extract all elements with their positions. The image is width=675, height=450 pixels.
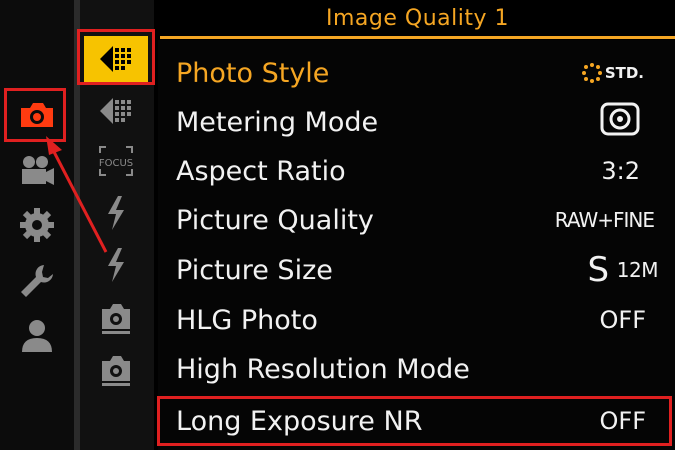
menu-item-label: HLG Photo bbox=[176, 304, 318, 336]
menu-item-label: Picture Size bbox=[176, 254, 333, 286]
menu-item-picture-quality[interactable]: Picture Quality RAW+FINE bbox=[158, 196, 668, 244]
menu-item-label: Picture Quality bbox=[176, 204, 374, 236]
page-title: Image Quality 1 bbox=[326, 6, 509, 31]
header-divider bbox=[160, 36, 675, 39]
menu-item-value: 3:2 bbox=[601, 157, 640, 185]
menu-item-value: RAW+FINE bbox=[554, 208, 655, 232]
menu-item-label: Aspect Ratio bbox=[176, 155, 346, 187]
menu-item-label: Metering Mode bbox=[176, 106, 379, 138]
menu-item-label: High Resolution Mode bbox=[176, 353, 470, 385]
menu-item-value: STD. bbox=[581, 62, 644, 84]
menu-item-aspect-ratio[interactable]: Aspect Ratio 3:2 bbox=[158, 147, 668, 195]
menu-item-picture-size[interactable]: Picture Size S 12M bbox=[158, 246, 668, 294]
menu-item-value bbox=[600, 102, 640, 142]
metering-icon bbox=[600, 102, 640, 136]
menu-item-metering-mode[interactable]: Metering Mode bbox=[158, 98, 668, 146]
menu-item-label: Photo Style bbox=[176, 57, 330, 89]
menu-item-photo-style[interactable]: Photo Style STD. bbox=[158, 49, 668, 97]
menu-item-hlg-photo[interactable]: HLG Photo OFF bbox=[158, 296, 668, 344]
menu-item-value: OFF bbox=[599, 306, 647, 334]
photo-style-icon bbox=[581, 63, 602, 83]
menu-item-value: S 12M bbox=[587, 250, 659, 290]
menu-item-highlight-frame bbox=[157, 396, 672, 446]
menu-item-high-resolution-mode[interactable]: High Resolution Mode bbox=[158, 345, 668, 393]
